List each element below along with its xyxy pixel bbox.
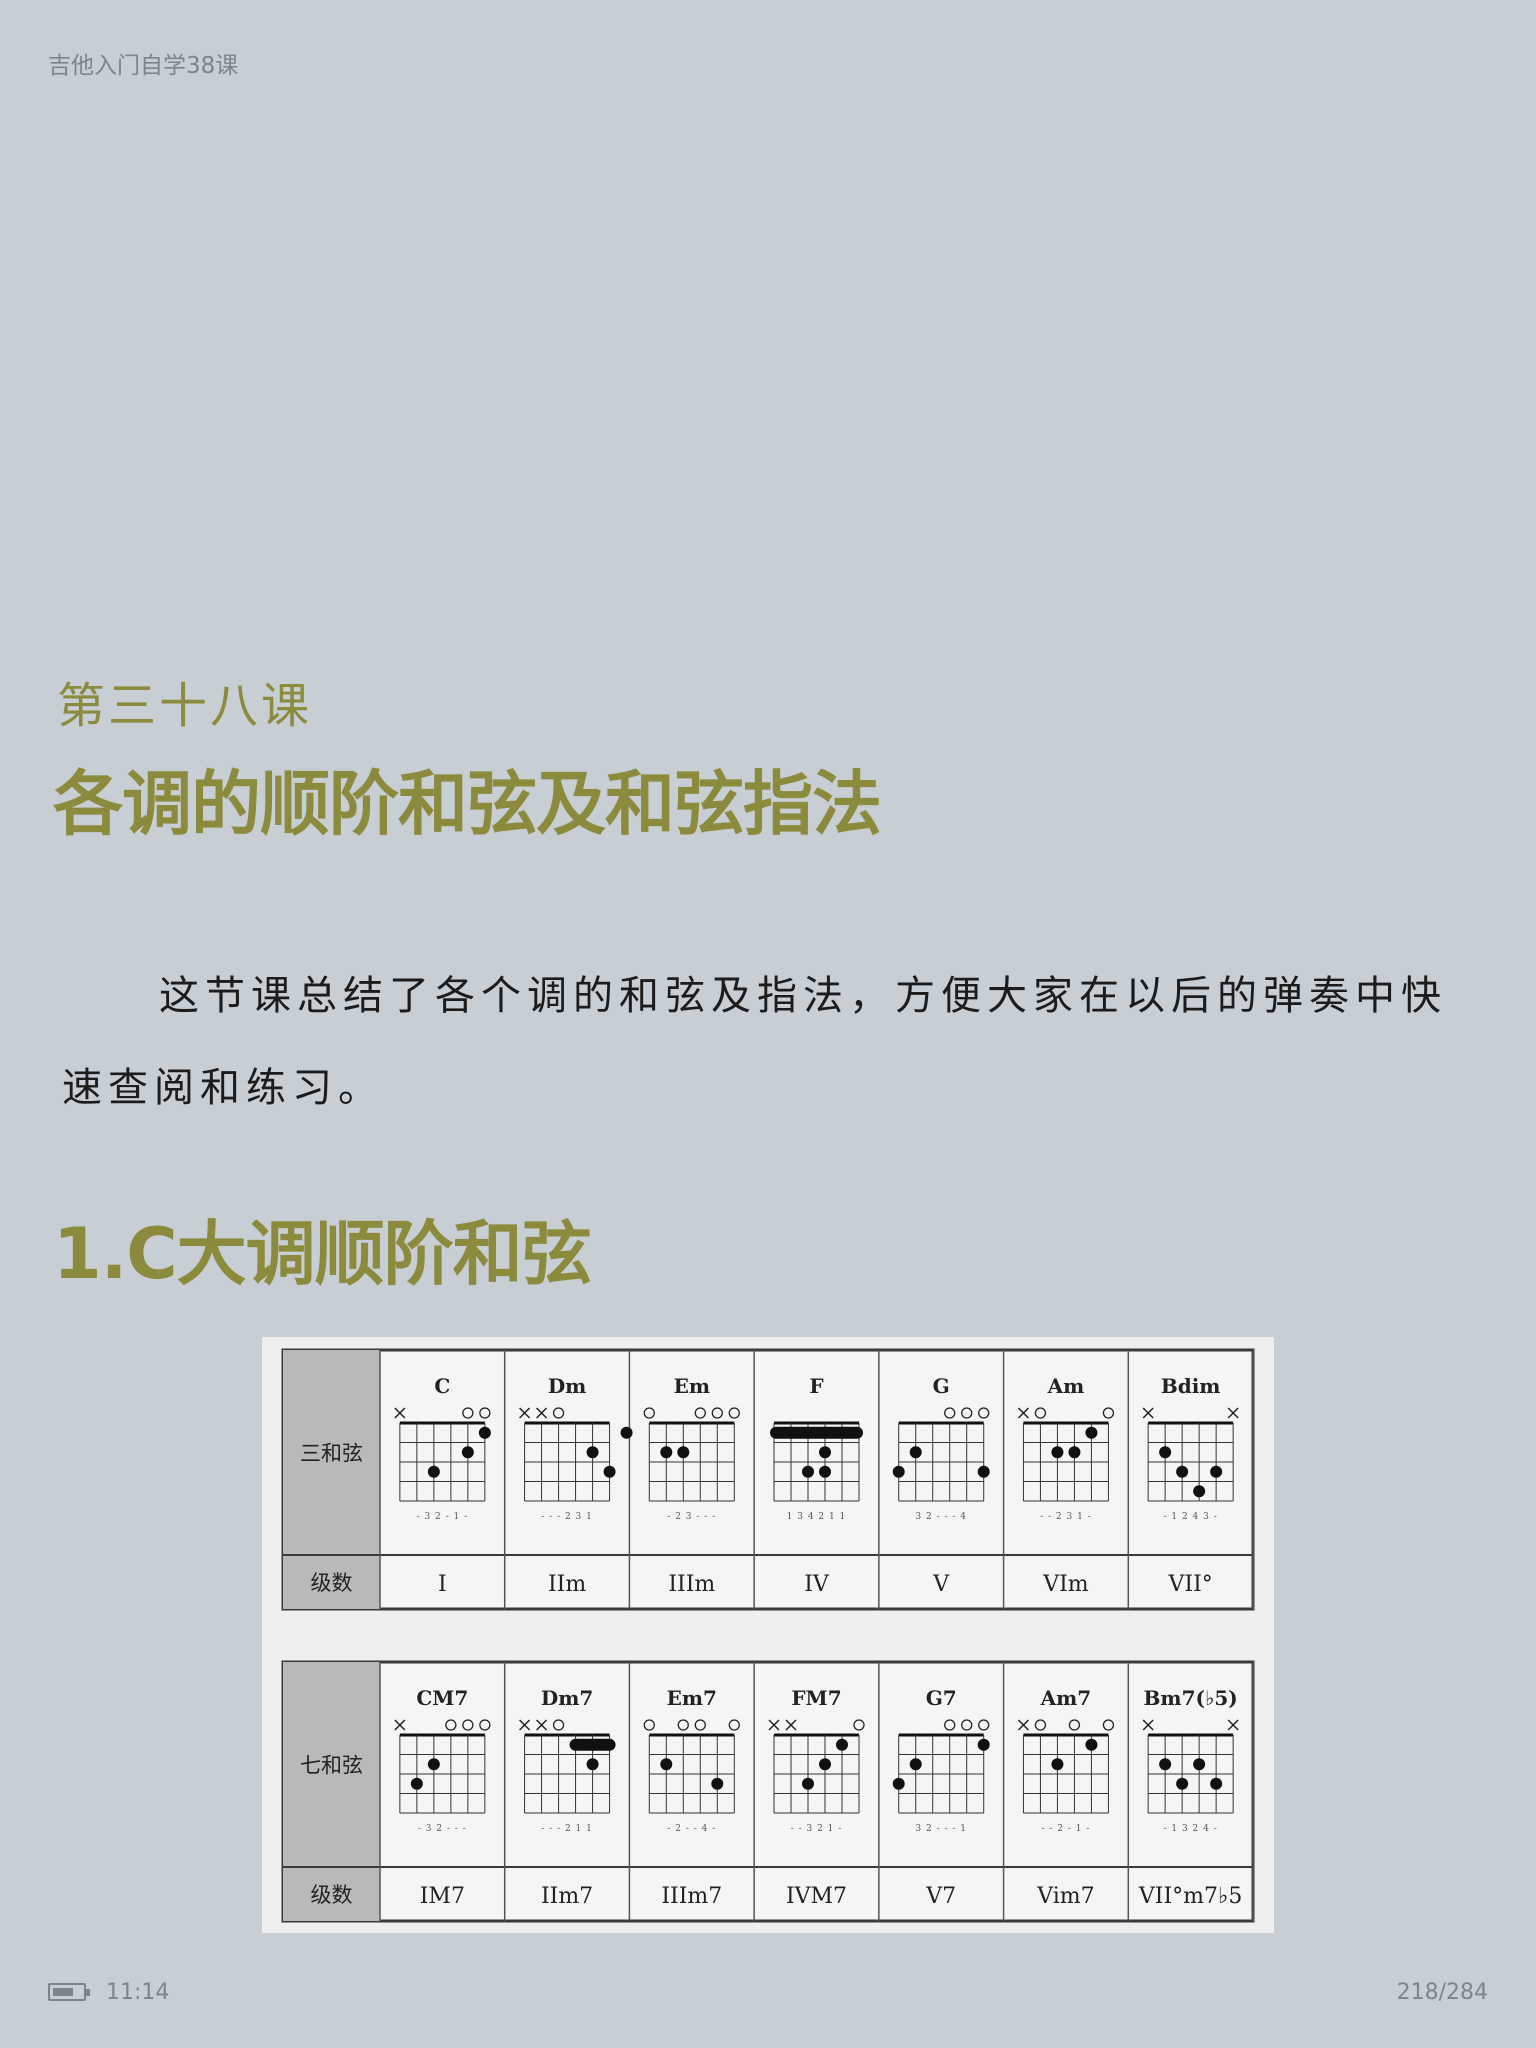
chord-name: Am7 (1040, 1686, 1092, 1710)
finger-dot (1210, 1777, 1223, 1790)
barre-mark (569, 1738, 616, 1751)
finger-dot (836, 1738, 848, 1751)
chord-degree: IIIm7 (661, 1884, 722, 1909)
chord-degree: I (438, 1572, 447, 1597)
book-title: 吉他入门自学38课 (48, 53, 239, 79)
finger-dot (819, 1758, 831, 1771)
battery-icon (48, 1983, 90, 2001)
finger-dot (1085, 1426, 1098, 1439)
finger-dot (1176, 1777, 1189, 1790)
chord-degree: VII°m7♭5 (1138, 1884, 1243, 1909)
finger-dot (711, 1777, 724, 1790)
finger-dot (892, 1465, 905, 1478)
finger-dot (478, 1426, 491, 1439)
intro-paragraph: 这节课总结了各个调的和弦及指法，方便大家在以后的弹奏中快速查阅和练习。 (62, 973, 1447, 1111)
chord-name: FM7 (791, 1686, 841, 1710)
barre-mark (770, 1426, 863, 1439)
chord-name: Em (674, 1374, 710, 1398)
chord-degree: V (932, 1572, 950, 1597)
chord-name: G7 (926, 1686, 957, 1710)
fingering-numbers: - - - 2 1 1 (541, 1824, 593, 1834)
chord-degree: V7 (925, 1884, 956, 1909)
finger-dot (427, 1758, 440, 1771)
finger-dot (802, 1777, 814, 1790)
fingering-numbers: - 1 3 2 4 - (1163, 1824, 1217, 1834)
fingering-numbers: - 3 2 - 1 - (417, 1512, 469, 1522)
finger-dot (819, 1446, 831, 1459)
fingering-numbers: - - 2 - 1 - (1041, 1824, 1090, 1834)
fingering-numbers: 3 2 - - - 1 (915, 1824, 967, 1834)
fingering-numbers: - 2 - - 4 - (667, 1824, 716, 1834)
finger-dot (677, 1446, 690, 1459)
chord-name: Dm (548, 1374, 587, 1398)
finger-dot (1085, 1738, 1098, 1751)
fingering-numbers: 3 2 - - - 4 (915, 1512, 967, 1522)
finger-dot (620, 1426, 633, 1439)
finger-dot (1159, 1758, 1172, 1771)
chord-degree: VIm (1042, 1572, 1089, 1597)
finger-dot (1051, 1758, 1064, 1771)
finger-dot (802, 1465, 814, 1478)
finger-dot (461, 1446, 474, 1459)
chord-name: Am (1047, 1374, 1085, 1398)
finger-dot (660, 1446, 673, 1459)
finger-dot (586, 1758, 599, 1771)
finger-dot (977, 1738, 990, 1751)
chord-degree: IIIm (668, 1572, 715, 1597)
chord-name: CM7 (416, 1686, 468, 1710)
finger-dot (410, 1777, 423, 1790)
finger-dot (1159, 1446, 1172, 1459)
lesson-number: 第三十八课 (57, 678, 313, 734)
finger-dot (977, 1465, 990, 1478)
finger-dot (427, 1465, 440, 1478)
chord-name: G (933, 1374, 950, 1398)
degree-label: 级数 (311, 1571, 353, 1595)
chord-name: Bm7(♭5) (1144, 1686, 1238, 1710)
chord-degree: Vim7 (1036, 1884, 1094, 1909)
page-number: 218/284 (1396, 1980, 1488, 2005)
chord-degree: IV (804, 1572, 830, 1597)
finger-dot (603, 1465, 616, 1478)
chord-name: Bdim (1161, 1374, 1221, 1398)
chord-table-2: 七和弦级数 CM7 - 3 2 - - - IM7 Dm7 - - - 2 1 1 IIm7… (281, 1660, 1255, 1923)
chord-name: Dm7 (541, 1686, 593, 1710)
chord-name: Em7 (667, 1686, 717, 1710)
finger-dot (1193, 1485, 1206, 1498)
clock: 11:14 (106, 1980, 170, 2005)
finger-dot (586, 1446, 599, 1459)
chord-degree: VII° (1168, 1572, 1213, 1597)
degree-label: 级数 (311, 1883, 353, 1907)
status-bar: 11:14 218/284 (48, 1980, 1488, 2010)
finger-dot (1210, 1465, 1223, 1478)
chord-degree: IIm (548, 1572, 586, 1597)
finger-dot (819, 1465, 831, 1478)
fingering-numbers: - 1 2 4 3 - (1163, 1512, 1217, 1522)
lesson-title: 各调的顺阶和弦及和弦指法 (53, 763, 882, 845)
chord-chart-image: 三和弦级数 C - 3 2 - 1 - I Dm - - - 2 3 1 IIm Em - 2 … (262, 1337, 1274, 1933)
finger-dot (1193, 1758, 1206, 1771)
finger-dot (1176, 1465, 1189, 1478)
section-title: 1.C大调顺阶和弦 (53, 1213, 592, 1295)
fingering-numbers: - - 2 3 1 - (1040, 1512, 1092, 1522)
fingering-numbers: - 3 2 - - - (418, 1824, 467, 1834)
row-label: 三和弦 (300, 1442, 363, 1466)
finger-dot (909, 1758, 922, 1771)
chord-degree: IIm7 (541, 1884, 593, 1909)
finger-dot (1068, 1446, 1081, 1459)
finger-dot (660, 1758, 673, 1771)
chord-name: C (434, 1374, 450, 1398)
chord-degree: IVM7 (786, 1884, 847, 1909)
chord-table-1: 三和弦级数 C - 3 2 - 1 - I Dm - - - 2 3 1 IIm Em - 2 … (281, 1348, 1255, 1611)
finger-dot (1051, 1446, 1064, 1459)
chord-diagram-table: 三和弦级数 C - 3 2 - 1 - I Dm - - - 2 3 1 IIm Em - 2 … (281, 1348, 1255, 1923)
chord-name: F (809, 1374, 823, 1398)
fingering-numbers: - 2 3 - - - (667, 1512, 716, 1522)
fingering-numbers: - - 3 2 1 - (791, 1824, 843, 1834)
finger-dot (909, 1446, 922, 1459)
row-label: 七和弦 (300, 1754, 363, 1778)
finger-dot (892, 1777, 905, 1790)
fingering-numbers: - - - 2 3 1 (541, 1512, 593, 1522)
chord-degree: IM7 (420, 1884, 465, 1909)
fingering-numbers: 1 3 4 2 1 1 (787, 1512, 847, 1522)
